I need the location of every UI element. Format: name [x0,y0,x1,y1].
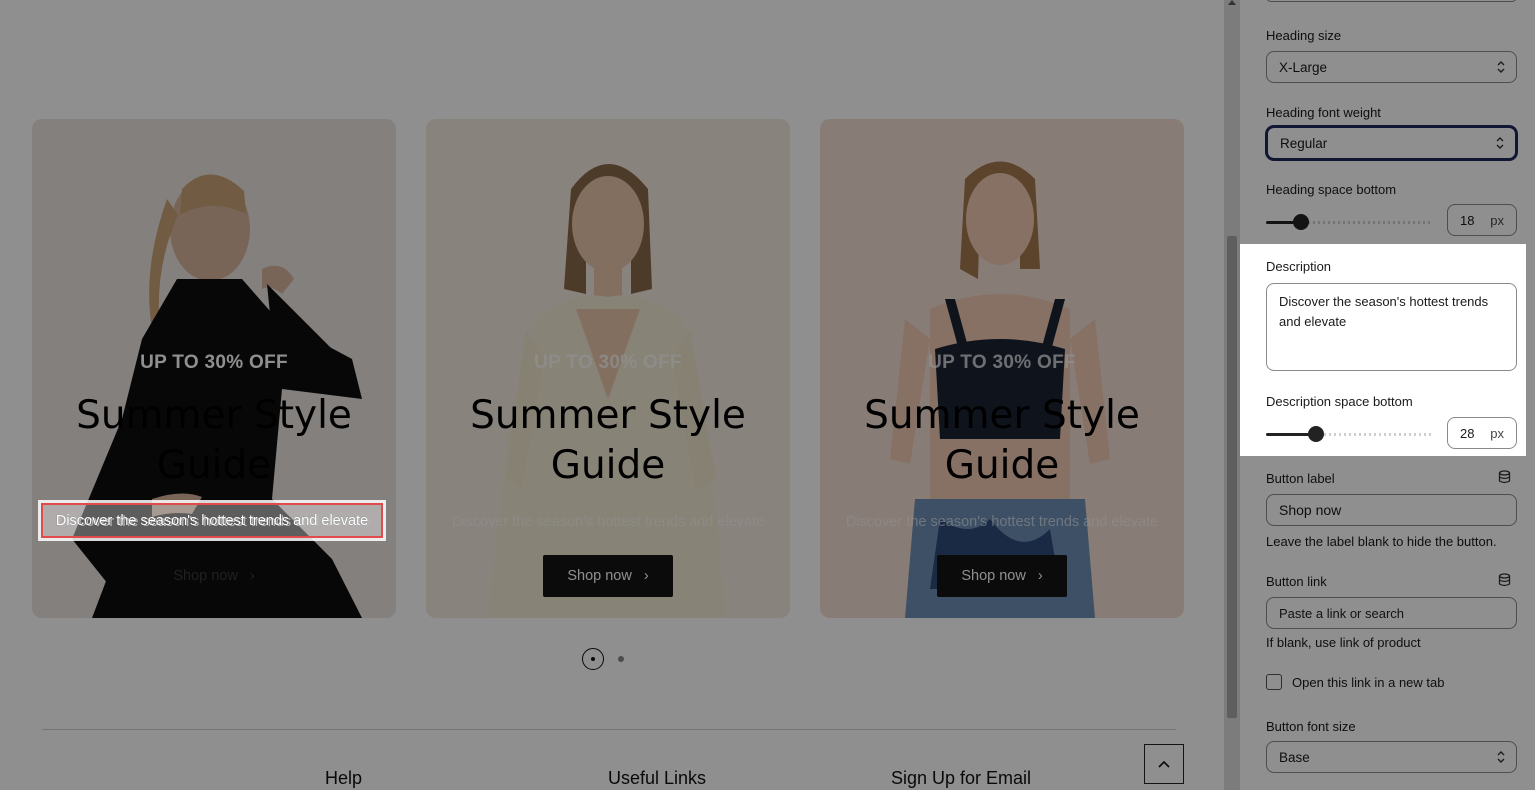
slide-eyebrow: UP TO 30% OFF [534,352,682,373]
button-font-size-label: Button font size [1266,719,1356,734]
heading-size-label: Heading size [1266,28,1342,43]
scroll-up-arrow-icon[interactable] [1228,0,1236,5]
panel-dim-right [1526,244,1535,456]
heading-weight-value: Regular [1280,135,1328,151]
chevron-up-icon [1158,760,1170,768]
shop-button-label: Shop now [567,568,632,584]
footer-heading-help: Help [325,768,363,788]
button-label-label: Button label [1266,471,1335,486]
button-font-size-select[interactable]: Base [1266,741,1517,773]
slide-card-1[interactable]: UP TO 30% OFF Summer Style Guide Discove… [32,119,396,618]
new-tab-checkbox[interactable] [1266,674,1282,690]
slide-description: Discover the season's hottest trends and… [451,514,765,530]
description-textarea[interactable]: Discover the season's hottest trends and… [1266,283,1517,371]
selected-description-highlight[interactable]: Discover the season's hottest trends and… [41,503,383,538]
heading-space-slider[interactable] [1266,214,1432,230]
heading-space-label: Heading space bottom [1266,182,1397,197]
shop-button-label: Shop now [961,568,1026,584]
heading-space-unit: px [1490,212,1504,228]
heading-size-value: X-Large [1279,59,1328,75]
heading-weight-select[interactable]: Regular [1266,126,1517,160]
button-font-size-value: Base [1279,749,1310,765]
dynamic-source-icon[interactable] [1498,470,1511,484]
button-link-input[interactable]: Paste a link or search [1266,597,1517,629]
description-label: Description [1266,259,1332,274]
select-arrows-icon [1497,61,1505,73]
pagination-dot-active[interactable] [582,648,604,670]
slider-thumb[interactable] [1308,426,1324,442]
button-link-help: If blank, use link of product [1266,635,1421,650]
shop-button-label: Shop now [173,568,238,584]
chevron-right-icon: › [643,568,649,584]
slide-heading: Summer Style Guide [470,393,746,488]
slide-card-3[interactable]: UP TO 30% OFF Summer Style Guide Discove… [820,119,1184,618]
scroll-to-top-button[interactable] [1144,744,1184,784]
chevron-right-icon: › [1037,568,1043,584]
slider-pagination [582,648,624,670]
slide-eyebrow: UP TO 30% OFF [928,352,1076,373]
footer-heading-useful-links: Useful Links [608,768,707,788]
slide-card-2[interactable]: UP TO 30% OFF Summer Style Guide Discove… [426,119,790,618]
slide-description: Discover the season's hottest trends and… [845,514,1159,530]
chevron-right-icon: › [249,568,255,584]
select-arrows-icon [1496,137,1504,149]
store-preview: UP TO 30% OFF Summer Style Guide Discove… [0,0,1224,790]
heading-weight-label: Heading font weight [1266,105,1381,120]
description-space-slider[interactable] [1266,426,1432,442]
slide-eyebrow: UP TO 30% OFF [140,352,288,373]
footer-heading-email: Sign Up for Email [891,768,1032,788]
new-tab-label: Open this link in a new tab [1292,675,1445,690]
button-label-input[interactable]: Shop now [1266,494,1517,526]
dynamic-source-icon[interactable] [1498,573,1511,587]
footer-divider [42,729,1176,730]
slider-thumb[interactable] [1293,214,1309,230]
description-space-value: 28 [1460,425,1475,441]
previous-field-edge [1266,0,1517,2]
slide-shop-button[interactable]: Shop now › [937,555,1067,597]
pagination-dot[interactable] [618,656,624,662]
slide-shop-button[interactable]: Shop now › [149,555,278,597]
slider-track [1324,433,1432,436]
description-space-label: Description space bottom [1266,394,1413,409]
settings-panel: Heading size X-Large Heading font weight… [1240,0,1535,790]
slide-heading: Summer Style Guide [76,393,352,488]
preview-scrollbar[interactable] [1224,0,1240,790]
slider-track [1308,221,1432,224]
button-link-label: Button link [1266,574,1327,589]
description-space-unit: px [1490,425,1504,441]
heading-space-input[interactable]: 18 px [1447,204,1517,236]
slide-heading: Summer Style Guide [864,393,1140,488]
scrollbar-thumb[interactable] [1227,236,1237,718]
button-label-help: Leave the label blank to hide the button… [1266,534,1497,549]
slide-shop-button[interactable]: Shop now › [543,555,673,597]
highlight-description-text: Discover the season's hottest trends and… [55,512,369,529]
description-space-input[interactable]: 28 px [1447,417,1517,449]
select-arrows-icon [1497,751,1505,763]
heading-space-value: 18 [1460,212,1475,228]
heading-size-select[interactable]: X-Large [1266,51,1517,83]
